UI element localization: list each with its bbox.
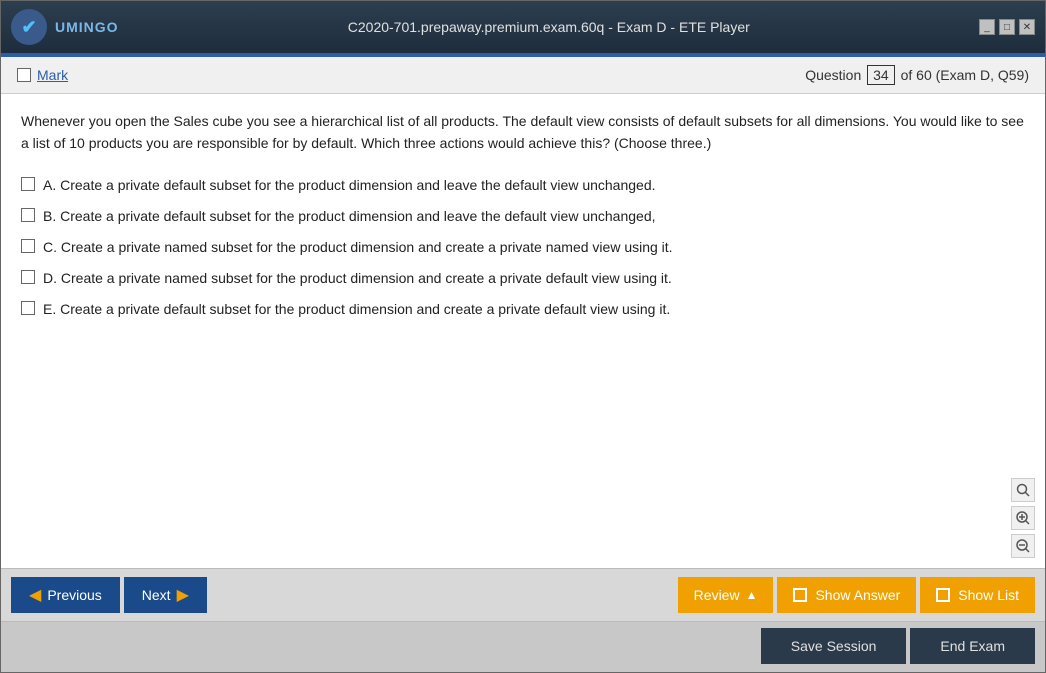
option-d-checkbox[interactable] (21, 270, 35, 284)
app-title: C2020-701.prepaway.premium.exam.60q - Ex… (119, 19, 979, 35)
mark-area: Mark (17, 67, 68, 83)
window-controls: _ □ ✕ (979, 19, 1035, 35)
minimize-button[interactable]: _ (979, 19, 995, 35)
show-answer-button[interactable]: Show Answer (777, 577, 916, 613)
review-label: Review (694, 587, 740, 603)
question-info: Question 34 of 60 (Exam D, Q59) (805, 65, 1029, 85)
option-b[interactable]: B. Create a private default subset for t… (21, 206, 1025, 227)
option-a-checkbox[interactable] (21, 177, 35, 191)
option-c[interactable]: C. Create a private named subset for the… (21, 237, 1025, 258)
mark-link[interactable]: Mark (37, 67, 68, 83)
save-session-button[interactable]: Save Session (761, 628, 907, 664)
restore-button[interactable]: □ (999, 19, 1015, 35)
review-arrow-icon: ▲ (746, 588, 758, 602)
title-bar-left: ✔ UMINGO (11, 9, 119, 45)
content-area: Whenever you open the Sales cube you see… (1, 94, 1045, 568)
logo-check-icon: ✔ (21, 17, 36, 38)
option-d[interactable]: D. Create a private named subset for the… (21, 268, 1025, 289)
option-c-checkbox[interactable] (21, 239, 35, 253)
options-list: A. Create a private default subset for t… (21, 175, 1025, 320)
search-button[interactable] (1011, 478, 1035, 502)
main-window: ✔ UMINGO C2020-701.prepaway.premium.exam… (0, 0, 1046, 673)
previous-label: Previous (47, 587, 101, 603)
show-list-checkbox-icon (936, 588, 950, 602)
logo-icon: ✔ (11, 9, 47, 45)
previous-button[interactable]: ◀ Previous (11, 577, 120, 613)
nav-bar: ◀ Previous Next ▶ Review ▲ Show Answer S… (1, 568, 1045, 621)
title-bar: ✔ UMINGO C2020-701.prepaway.premium.exam… (1, 1, 1045, 53)
zoom-in-button[interactable] (1011, 506, 1035, 530)
option-b-checkbox[interactable] (21, 208, 35, 222)
zoom-controls (1011, 478, 1035, 558)
option-a-text: A. Create a private default subset for t… (43, 175, 656, 196)
question-header: Mark Question 34 of 60 (Exam D, Q59) (1, 57, 1045, 94)
question-number: 34 (867, 65, 895, 85)
question-text: Whenever you open the Sales cube you see… (21, 110, 1025, 155)
show-answer-checkbox-icon (793, 588, 807, 602)
option-e-text: E. Create a private default subset for t… (43, 299, 670, 320)
close-button[interactable]: ✕ (1019, 19, 1035, 35)
option-c-text: C. Create a private named subset for the… (43, 237, 673, 258)
question-total: of 60 (Exam D, Q59) (901, 67, 1029, 83)
show-list-button[interactable]: Show List (920, 577, 1035, 613)
option-b-text: B. Create a private default subset for t… (43, 206, 656, 227)
next-arrow-icon: ▶ (177, 585, 189, 605)
show-answer-label: Show Answer (815, 587, 900, 603)
mark-checkbox[interactable] (17, 68, 31, 82)
next-label: Next (142, 587, 171, 603)
option-e-checkbox[interactable] (21, 301, 35, 315)
review-button[interactable]: Review ▲ (678, 577, 774, 613)
logo-text: UMINGO (55, 19, 119, 35)
show-list-label: Show List (958, 587, 1019, 603)
option-a[interactable]: A. Create a private default subset for t… (21, 175, 1025, 196)
end-exam-label: End Exam (940, 638, 1005, 654)
question-label: Question (805, 67, 861, 83)
action-bar: Save Session End Exam (1, 621, 1045, 672)
save-session-label: Save Session (791, 638, 877, 654)
end-exam-button[interactable]: End Exam (910, 628, 1035, 664)
option-e[interactable]: E. Create a private default subset for t… (21, 299, 1025, 320)
next-button[interactable]: Next ▶ (124, 577, 207, 613)
option-d-text: D. Create a private named subset for the… (43, 268, 672, 289)
prev-arrow-icon: ◀ (29, 585, 41, 605)
zoom-out-button[interactable] (1011, 534, 1035, 558)
